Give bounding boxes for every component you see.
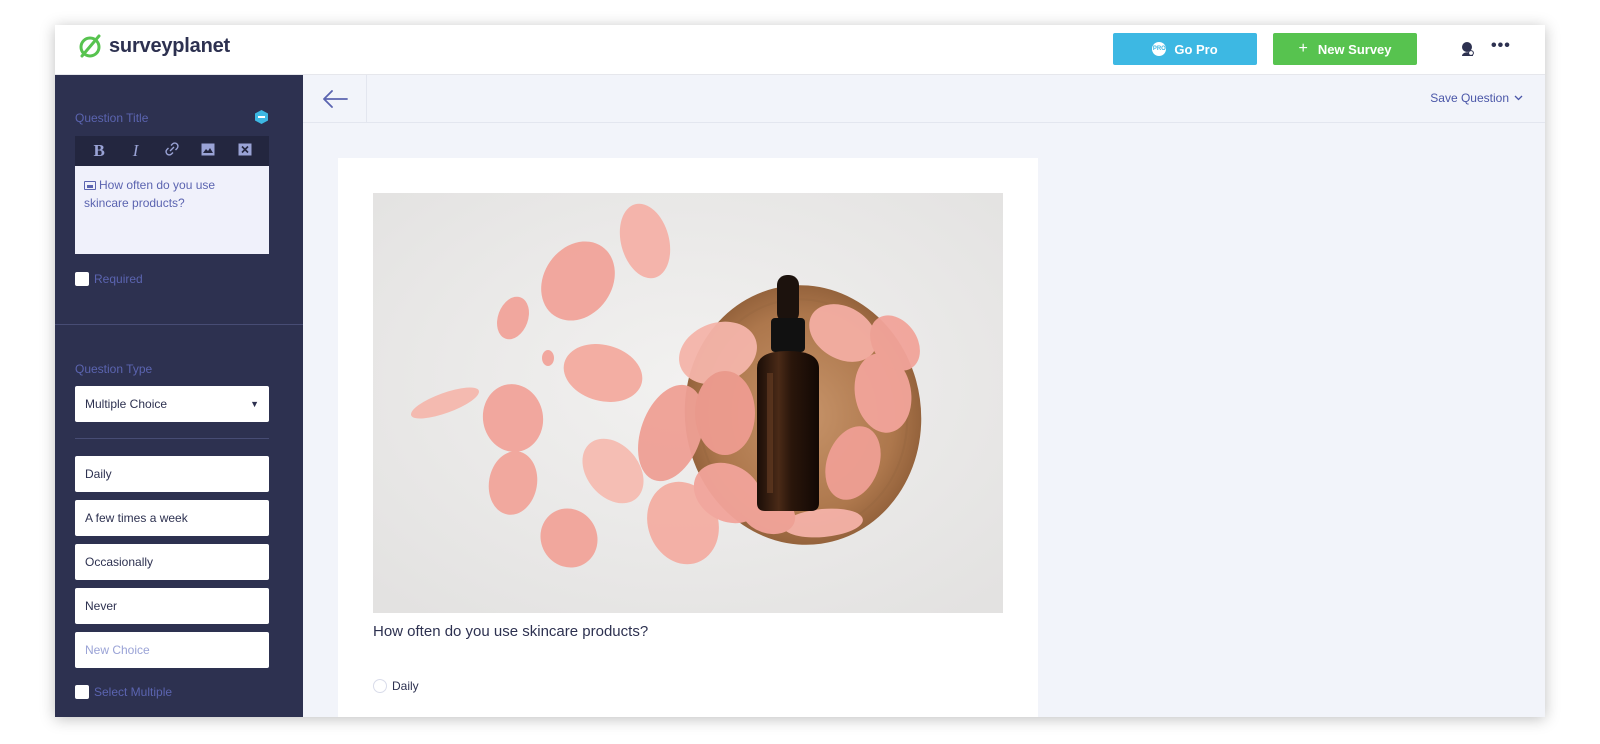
new-survey-button[interactable]: + New Survey (1273, 33, 1417, 65)
choice-input[interactable] (75, 456, 269, 492)
save-question-button[interactable]: Save Question (1430, 91, 1523, 105)
chevron-down-icon (1514, 95, 1523, 101)
app-window: surveyplanet PRO Go Pro + New Survey •••… (55, 25, 1545, 717)
choice-input[interactable] (75, 500, 269, 536)
question-title-editor[interactable]: How often do you use skincare products? (75, 166, 269, 254)
link-icon[interactable] (161, 142, 183, 160)
select-multiple-row[interactable]: Select Multiple (75, 685, 172, 699)
choices-divider (75, 438, 269, 439)
skincare-photo (373, 193, 1003, 613)
question-type-label: Question Type (75, 362, 153, 376)
question-title-label: Question Title (75, 111, 149, 125)
more-options-icon[interactable]: ••• (1491, 37, 1511, 55)
go-pro-label: Go Pro (1174, 41, 1218, 57)
arrow-left-icon (322, 90, 348, 108)
user-avatar-icon[interactable] (1460, 41, 1476, 57)
question-title-text: How often do you use skincare products? (84, 178, 216, 210)
top-bar: surveyplanet PRO Go Pro + New Survey ••• (55, 25, 1545, 75)
rich-text-toolbar: B I (75, 136, 269, 166)
required-checkbox-row[interactable]: Required (75, 272, 143, 286)
required-checkbox[interactable] (75, 272, 89, 286)
new-survey-label: New Survey (1317, 41, 1392, 57)
question-preview-area: Save Question How often do you use skinc… (303, 75, 1545, 717)
answer-option[interactable]: Daily (373, 679, 419, 693)
select-multiple-checkbox[interactable] (75, 685, 89, 699)
back-button[interactable] (303, 75, 367, 123)
inline-image-icon (84, 181, 96, 190)
go-pro-button[interactable]: PRO Go Pro (1113, 33, 1257, 65)
italic-button[interactable]: I (125, 141, 147, 161)
bold-button[interactable]: B (88, 141, 110, 161)
logo-icon (79, 34, 101, 58)
select-multiple-label: Select Multiple (94, 685, 173, 699)
required-label: Required (94, 272, 143, 286)
save-question-label: Save Question (1430, 91, 1509, 105)
radio-button[interactable] (373, 679, 387, 693)
question-card: How often do you use skincare products? … (338, 158, 1038, 717)
new-choice-input[interactable] (75, 632, 269, 668)
choice-input[interactable] (75, 544, 269, 580)
sidebar-divider (55, 324, 303, 325)
choice-input[interactable] (75, 588, 269, 624)
question-image (373, 193, 1003, 613)
question-type-select[interactable]: Multiple Choice ▼ (75, 386, 269, 422)
question-type-value: Multiple Choice (85, 397, 168, 411)
question-editor-sidebar: Question Title B I How often do you use … (55, 75, 303, 717)
image-icon[interactable] (197, 143, 219, 160)
preview-toolbar: Save Question (303, 75, 1545, 123)
pro-icon: PRO (1152, 42, 1167, 56)
pro-badge-icon[interactable] (255, 110, 268, 124)
question-text: How often do you use skincare products? (373, 623, 649, 640)
clear-format-icon[interactable] (234, 143, 256, 160)
answer-option-label: Daily (392, 679, 419, 693)
caret-down-icon: ▼ (250, 399, 259, 409)
plus-icon: + (1298, 40, 1308, 57)
logo[interactable]: surveyplanet (77, 33, 230, 59)
logo-text: surveyplanet (109, 34, 230, 57)
